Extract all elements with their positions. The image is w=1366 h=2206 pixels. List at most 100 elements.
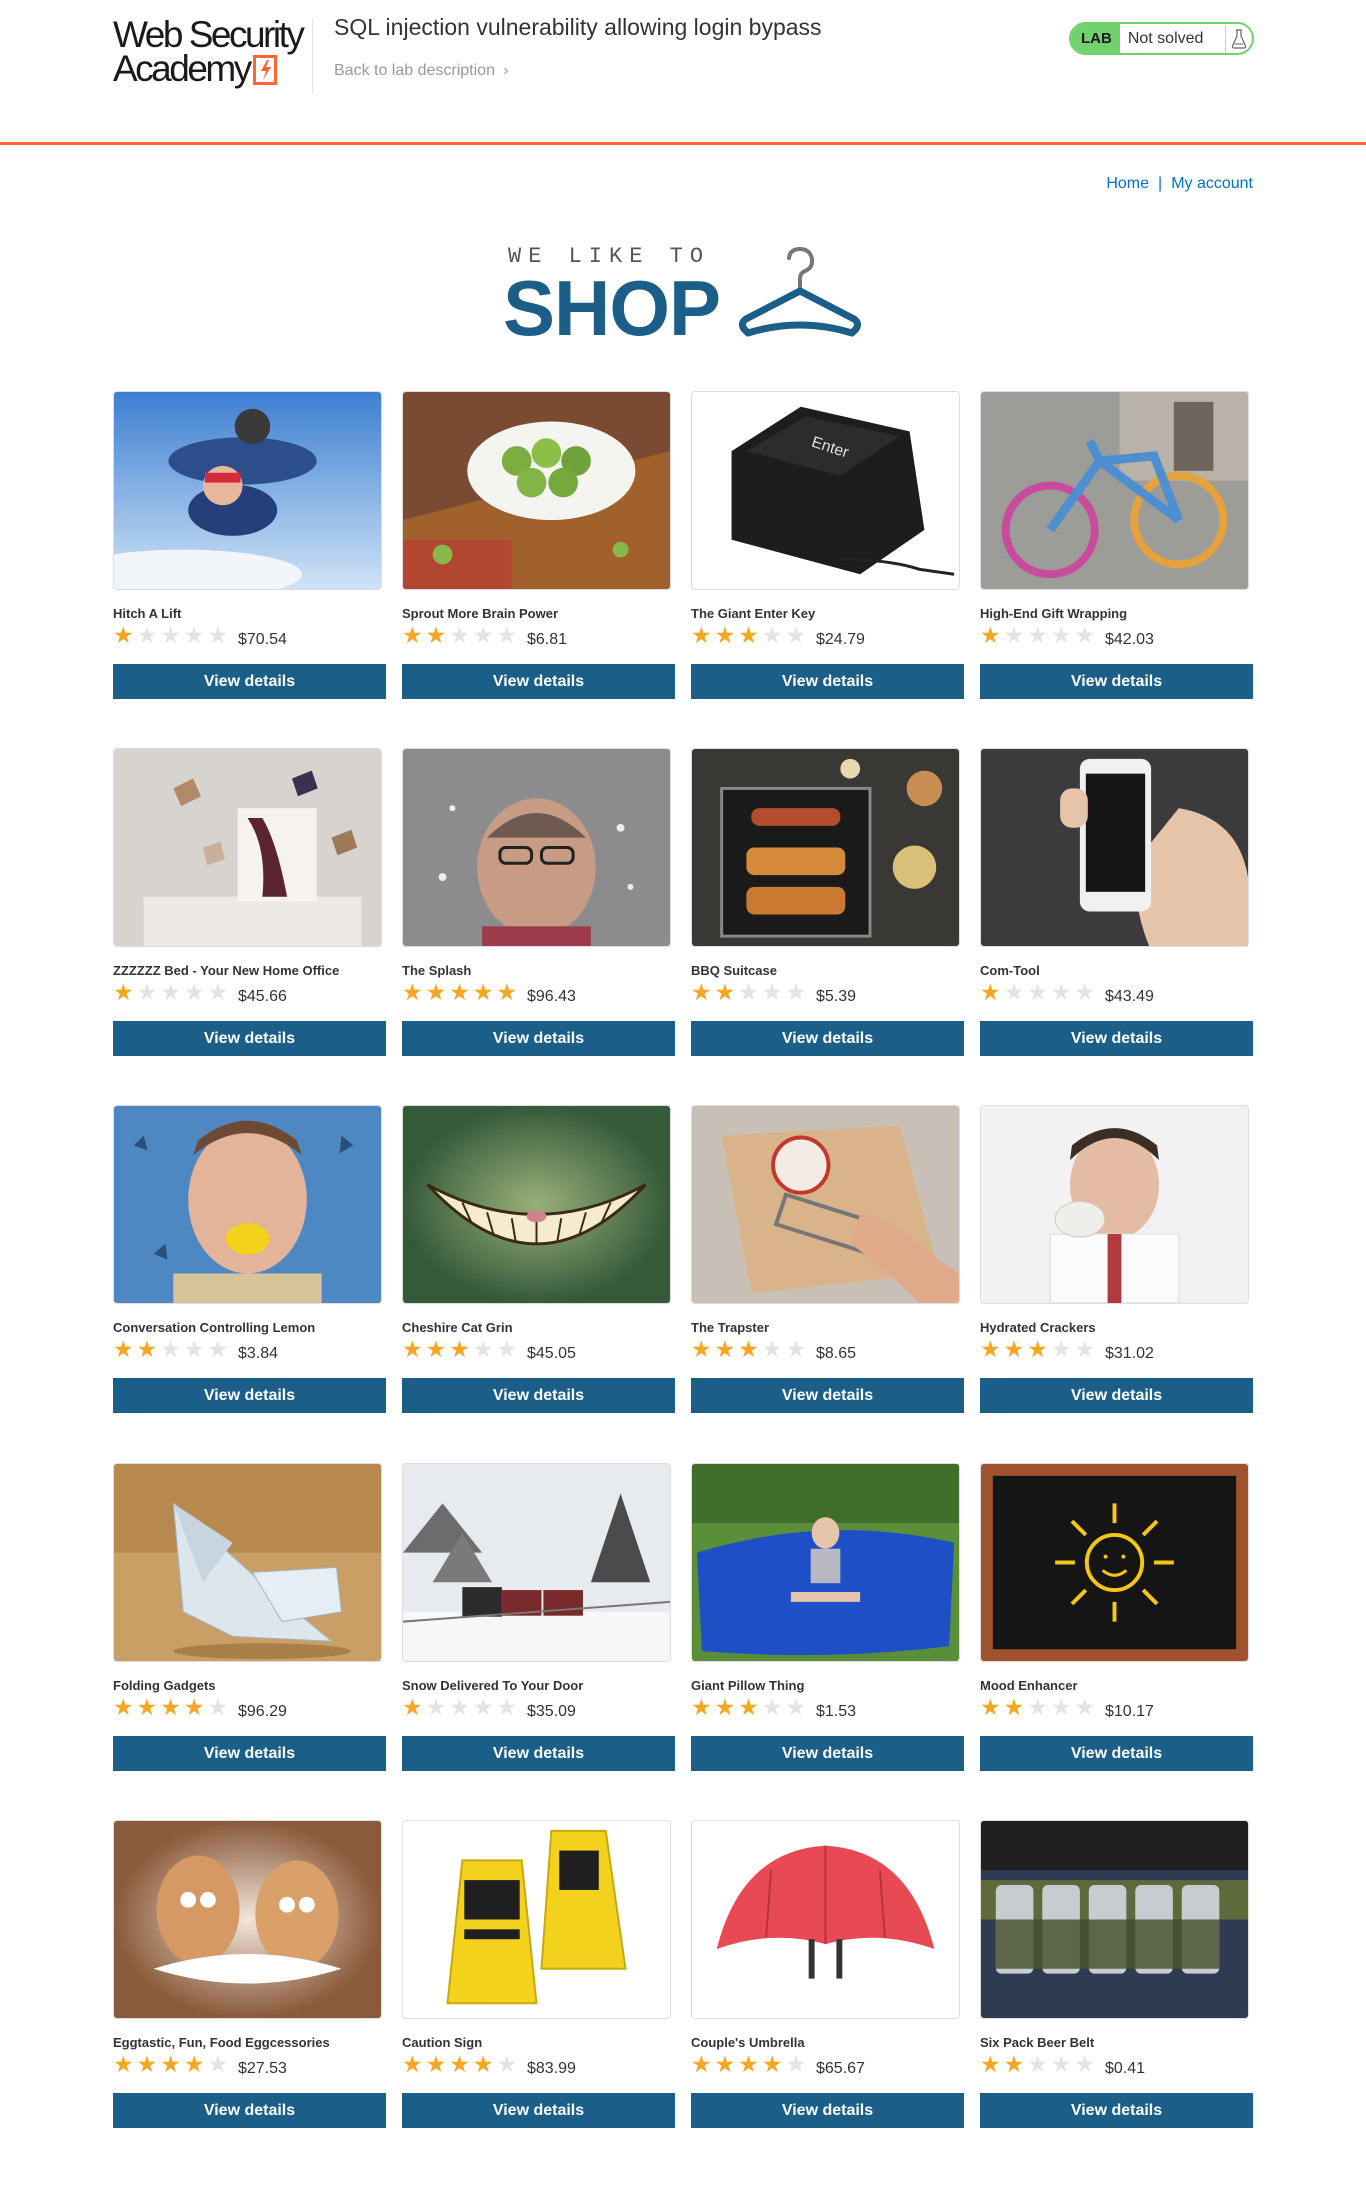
star-icon: ★ xyxy=(1074,622,1096,648)
product-card: BBQ Suitcase ★ ★ ★ ★ ★ $5.39 View details xyxy=(691,748,964,1058)
star-icon: ★ xyxy=(113,2051,134,2077)
product-image xyxy=(691,1820,960,2019)
view-details-button[interactable]: View details xyxy=(402,1021,675,1056)
view-details-button[interactable]: View details xyxy=(113,1378,386,1413)
logo-line-1: Web Security xyxy=(113,14,305,55)
product-name: ZZZZZZ Bed - Your New Home Office xyxy=(113,963,340,978)
product-rating: ★ ★ ★ ★ ★ xyxy=(402,979,520,1005)
star-icon: ★ xyxy=(402,622,423,648)
product-rating: ★ ★ ★ ★ ★ xyxy=(402,622,520,648)
star-icon: ★ xyxy=(136,1336,158,1362)
star-icon: ★ xyxy=(738,2051,759,2077)
view-details-button[interactable]: View details xyxy=(691,2093,964,2128)
view-details-button[interactable]: View details xyxy=(980,664,1253,699)
product-rating: ★ ★ ★ ★ ★ xyxy=(402,1336,520,1362)
product-image xyxy=(113,1820,382,2019)
shop-banner: WE LIKE TO SHOP xyxy=(503,243,865,352)
star-icon: ★ xyxy=(980,1336,1001,1362)
star-icon: ★ xyxy=(113,622,134,648)
view-details-button[interactable]: View details xyxy=(691,1378,964,1413)
product-image xyxy=(691,1105,960,1304)
star-icon: ★ xyxy=(1074,979,1096,1005)
star-icon: ★ xyxy=(425,2051,447,2077)
view-details-button[interactable]: View details xyxy=(113,664,386,699)
product-price: $70.54 xyxy=(238,631,287,648)
star-icon: ★ xyxy=(1027,1336,1048,1362)
back-to-lab-description-link[interactable]: Back to lab description ›› xyxy=(334,62,509,80)
star-icon: ★ xyxy=(738,979,759,1005)
view-details-button[interactable]: View details xyxy=(691,664,964,699)
product-price: $96.43 xyxy=(527,988,576,1005)
star-icon: ★ xyxy=(472,979,494,1005)
my-account-link[interactable]: My account xyxy=(1171,175,1253,192)
star-icon: ★ xyxy=(402,1694,423,1720)
product-card: Conversation Controlling Lemon ★ ★ ★ ★ ★ $3.84… xyxy=(113,1105,386,1415)
star-icon: ★ xyxy=(207,979,229,1005)
star-icon: ★ xyxy=(761,2051,783,2077)
star-icon: ★ xyxy=(761,979,783,1005)
view-details-button[interactable]: View details xyxy=(980,1736,1253,1771)
star-icon: ★ xyxy=(980,979,1001,1005)
star-icon: ★ xyxy=(1003,2051,1025,2077)
star-icon: ★ xyxy=(425,1694,447,1720)
product-card: Folding Gadgets ★ ★ ★ ★ ★ $96.29 View details xyxy=(113,1463,386,1773)
product-image: Enter xyxy=(691,391,960,590)
product-image xyxy=(402,1820,671,2019)
product-name: High-End Gift Wrapping xyxy=(980,606,1128,621)
product-rating: ★ ★ ★ ★ ★ xyxy=(980,622,1098,648)
view-details-button[interactable]: View details xyxy=(980,2093,1253,2128)
star-icon: ★ xyxy=(980,2051,1001,2077)
star-icon: ★ xyxy=(691,1694,712,1720)
star-icon: ★ xyxy=(714,1694,736,1720)
product-name: The Giant Enter Key xyxy=(691,606,816,621)
product-name: BBQ Suitcase xyxy=(691,963,777,978)
view-details-button[interactable]: View details xyxy=(980,1021,1253,1056)
star-icon: ★ xyxy=(425,622,447,648)
star-icon: ★ xyxy=(714,622,736,648)
product-card: High-End Gift Wrapping ★ ★ ★ ★ ★ $42.03 View de… xyxy=(980,391,1253,701)
product-name: Snow Delivered To Your Door xyxy=(402,1678,584,1693)
star-icon: ★ xyxy=(472,1336,494,1362)
product-card: ZZZZZZ Bed - Your New Home Office ★ ★ ★ ★ ★ $4… xyxy=(113,748,386,1058)
star-icon: ★ xyxy=(738,1336,759,1362)
view-details-button[interactable]: View details xyxy=(980,1378,1253,1413)
star-icon: ★ xyxy=(1050,979,1072,1005)
star-icon: ★ xyxy=(136,979,158,1005)
product-rating: ★ ★ ★ ★ ★ xyxy=(113,2051,231,2077)
product-rating: ★ ★ ★ ★ ★ xyxy=(691,1336,809,1362)
product-rating: ★ ★ ★ ★ ★ xyxy=(113,622,231,648)
view-details-button[interactable]: View details xyxy=(402,1378,675,1413)
product-image xyxy=(980,1820,1249,2019)
product-image xyxy=(113,1463,382,1662)
star-icon: ★ xyxy=(785,979,807,1005)
product-rating: ★ ★ ★ ★ ★ xyxy=(402,1694,520,1720)
star-icon: ★ xyxy=(714,2051,736,2077)
product-price: $45.66 xyxy=(238,988,287,1005)
star-icon: ★ xyxy=(761,1694,783,1720)
star-icon: ★ xyxy=(1050,1694,1072,1720)
star-icon: ★ xyxy=(496,1694,518,1720)
view-details-button[interactable]: View details xyxy=(113,1021,386,1056)
view-details-button[interactable]: View details xyxy=(113,1736,386,1771)
product-price: $83.99 xyxy=(527,2060,576,2077)
product-card: Sprout More Brain Power ★ ★ ★ ★ ★ $6.81 View de… xyxy=(402,391,675,701)
product-price: $27.53 xyxy=(238,2060,287,2077)
web-security-academy-logo[interactable]: Web Security Academy xyxy=(113,14,313,94)
home-link[interactable]: Home xyxy=(1106,175,1149,192)
star-icon: ★ xyxy=(1050,2051,1072,2077)
star-icon: ★ xyxy=(207,2051,229,2077)
view-details-button[interactable]: View details xyxy=(691,1021,964,1056)
view-details-button[interactable]: View details xyxy=(691,1736,964,1771)
banner-shop-title: SHOP xyxy=(503,264,721,352)
star-icon: ★ xyxy=(1003,979,1025,1005)
product-card: The Trapster ★ ★ ★ ★ ★ $8.65 View details xyxy=(691,1105,964,1415)
product-card: Cheshire Cat Grin ★ ★ ★ ★ ★ $45.05 View details xyxy=(402,1105,675,1415)
star-icon: ★ xyxy=(207,1336,229,1362)
view-details-button[interactable]: View details xyxy=(113,2093,386,2128)
view-details-button[interactable]: View details xyxy=(402,2093,675,2128)
view-details-button[interactable]: View details xyxy=(402,1736,675,1771)
star-icon: ★ xyxy=(1050,622,1072,648)
star-icon: ★ xyxy=(449,1694,470,1720)
lab-status-text: Not solved xyxy=(1127,29,1204,47)
view-details-button[interactable]: View details xyxy=(402,664,675,699)
